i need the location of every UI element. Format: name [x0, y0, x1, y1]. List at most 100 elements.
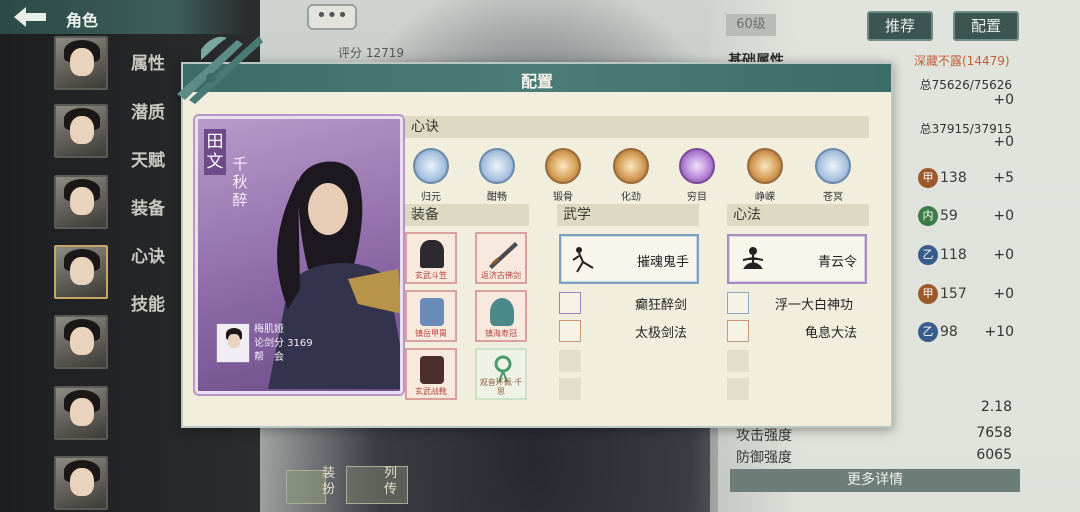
- xinjue-qiongmu-icon[interactable]: [679, 148, 715, 184]
- character-avatar[interactable]: [54, 175, 108, 229]
- stat-value: 98: [940, 324, 958, 340]
- character-name: 田文: [204, 129, 226, 175]
- equip-name: 观音环佩·千思: [479, 378, 523, 396]
- equip-slot-weapon[interactable]: 返济古佛剑: [475, 232, 527, 284]
- equip-name: 返济古佛剑: [481, 271, 521, 280]
- wuxue-skill-icon[interactable]: [559, 292, 581, 314]
- stat-delta: +0: [993, 247, 1014, 263]
- xinjue-guiyuan-icon[interactable]: [413, 148, 449, 184]
- bottom-stat-value: 7658: [976, 425, 1012, 441]
- stat-badge-icon: 甲: [918, 168, 938, 188]
- config-dialog: 配置 田文 千秋醉 梅肌娅 论剑分 3169 帮 会 心诀 归元 酣畅 锻骨 化…: [177, 36, 893, 428]
- attr-delta: +0: [993, 134, 1014, 150]
- back-arrow-icon[interactable]: [10, 5, 50, 29]
- equip-slot-helmet[interactable]: 玄武斗笠: [405, 232, 457, 284]
- tab-xinjue[interactable]: 心诀: [131, 242, 165, 267]
- helmet-icon: [420, 240, 444, 268]
- tab-skills[interactable]: 技能: [131, 290, 165, 315]
- bottom-stat-label: 防御强度: [736, 450, 792, 466]
- character-avatar[interactable]: [54, 386, 108, 440]
- tab-equipment[interactable]: 装备: [131, 194, 165, 219]
- xinfa-skill-name: 龟息大法: [805, 326, 858, 341]
- skill-name: 青云令: [817, 255, 857, 270]
- xinjue-heading: 心诀: [405, 116, 869, 138]
- xinfa-heading: 心法: [727, 204, 869, 226]
- biography-tab[interactable]: 列传: [384, 466, 402, 498]
- stat-badge-icon: 甲: [918, 284, 938, 304]
- xinfa-main-skill[interactable]: 青云令: [727, 234, 867, 284]
- boots-icon: [420, 356, 444, 384]
- sword-icon: [489, 242, 518, 269]
- hidden-label: 深藏不露(14479): [914, 54, 1010, 68]
- bottom-stat-value: 2.18: [980, 399, 1012, 415]
- wuxue-skill-name: 癫狂醉剑: [635, 298, 688, 313]
- more-details-button[interactable]: 更多详情: [730, 469, 1020, 492]
- equip-slot-boots[interactable]: 玄武战靴: [405, 348, 457, 400]
- dialog-title: 配置: [520, 72, 553, 91]
- costume-tab[interactable]: 装扮: [322, 466, 340, 498]
- character-avatar-selected[interactable]: [54, 245, 108, 299]
- character-avatar[interactable]: [54, 315, 108, 369]
- xinjue-label: 酣畅: [487, 192, 507, 203]
- wuxue-skill-name: 太极剑法: [635, 326, 688, 341]
- armor-icon: [420, 298, 444, 326]
- empty-skill-slot[interactable]: [559, 350, 581, 372]
- avatar-face: [70, 187, 94, 215]
- xinjue-cangming-icon[interactable]: [815, 148, 851, 184]
- attr-delta: +0: [993, 92, 1014, 108]
- recommend-button[interactable]: 推荐: [867, 11, 933, 41]
- empty-skill-slot[interactable]: [559, 378, 581, 400]
- character-portrait-card: 田文 千秋醉 梅肌娅 论剑分 3169 帮 会: [195, 116, 403, 394]
- equip-slot-headgear[interactable]: 镇海寿冠: [475, 290, 527, 342]
- equip-name: 玄武斗笠: [415, 271, 447, 280]
- wuxue-skill-icon[interactable]: [559, 320, 581, 342]
- bottom-stat-label: 攻击强度: [736, 428, 792, 444]
- xinjue-label: 峥嵘: [755, 192, 775, 203]
- config-button[interactable]: 配置: [953, 11, 1019, 41]
- equip-slot-accessory[interactable]: 观音环佩·千思: [475, 348, 527, 400]
- tab-potential[interactable]: 潜质: [131, 98, 165, 123]
- owner-avatar: [216, 323, 250, 363]
- equip-name: 镇岳甲胄: [415, 329, 447, 338]
- empty-skill-slot[interactable]: [727, 350, 749, 372]
- costume-icon[interactable]: [286, 470, 326, 504]
- xinfa-skill-icon[interactable]: [727, 292, 749, 314]
- xinjue-label: 归元: [421, 192, 441, 203]
- equip-name: 镇海寿冠: [485, 329, 517, 338]
- stat-value: 157: [940, 286, 967, 302]
- equip-slot-armor[interactable]: 镇岳甲胄: [405, 290, 457, 342]
- wuxue-heading: 武学: [557, 204, 699, 226]
- xinjue-hanchang-icon[interactable]: [479, 148, 515, 184]
- martial-pose-icon: [572, 247, 594, 273]
- xinfa-skill-icon[interactable]: [727, 320, 749, 342]
- avatar-face: [70, 48, 94, 76]
- avatar-face: [70, 116, 94, 144]
- bottom-stat-value: 6065: [976, 447, 1012, 463]
- stat-value: 59: [940, 208, 958, 224]
- xinjue-duangu-icon[interactable]: [545, 148, 581, 184]
- tab-attributes[interactable]: 属性: [131, 49, 165, 74]
- character-avatar[interactable]: [54, 36, 108, 90]
- equipment-heading: 装备: [405, 204, 529, 226]
- owner-info: 梅肌娅 论剑分 3169 帮 会: [254, 323, 313, 365]
- xinjue-label: 化劲: [621, 192, 641, 203]
- skill-name: 摧魂鬼手: [636, 255, 689, 270]
- character-avatar[interactable]: [54, 456, 108, 510]
- stat-value: 138: [940, 170, 967, 186]
- stat-delta: +10: [984, 324, 1014, 340]
- stat-value: 118: [940, 247, 967, 263]
- xinjue-zhengrong-icon[interactable]: [747, 148, 783, 184]
- avatar-face: [70, 257, 94, 285]
- character-avatar[interactable]: [54, 104, 108, 158]
- equip-name: 玄武战靴: [415, 387, 447, 396]
- character-title: 千秋醉: [232, 155, 248, 209]
- attr-value: 总75626/75626: [919, 78, 1012, 92]
- tab-talent[interactable]: 天赋: [131, 146, 165, 171]
- stat-badge-icon: 内: [918, 206, 938, 226]
- wuxue-main-skill[interactable]: 摧魂鬼手: [559, 234, 699, 284]
- xinjue-huajin-icon[interactable]: [613, 148, 649, 184]
- xinjue-label: 苍冥: [823, 192, 843, 203]
- stat-badge-icon: 乙: [918, 245, 938, 265]
- empty-skill-slot[interactable]: [727, 378, 749, 400]
- chat-bubble-icon[interactable]: •••: [307, 4, 357, 30]
